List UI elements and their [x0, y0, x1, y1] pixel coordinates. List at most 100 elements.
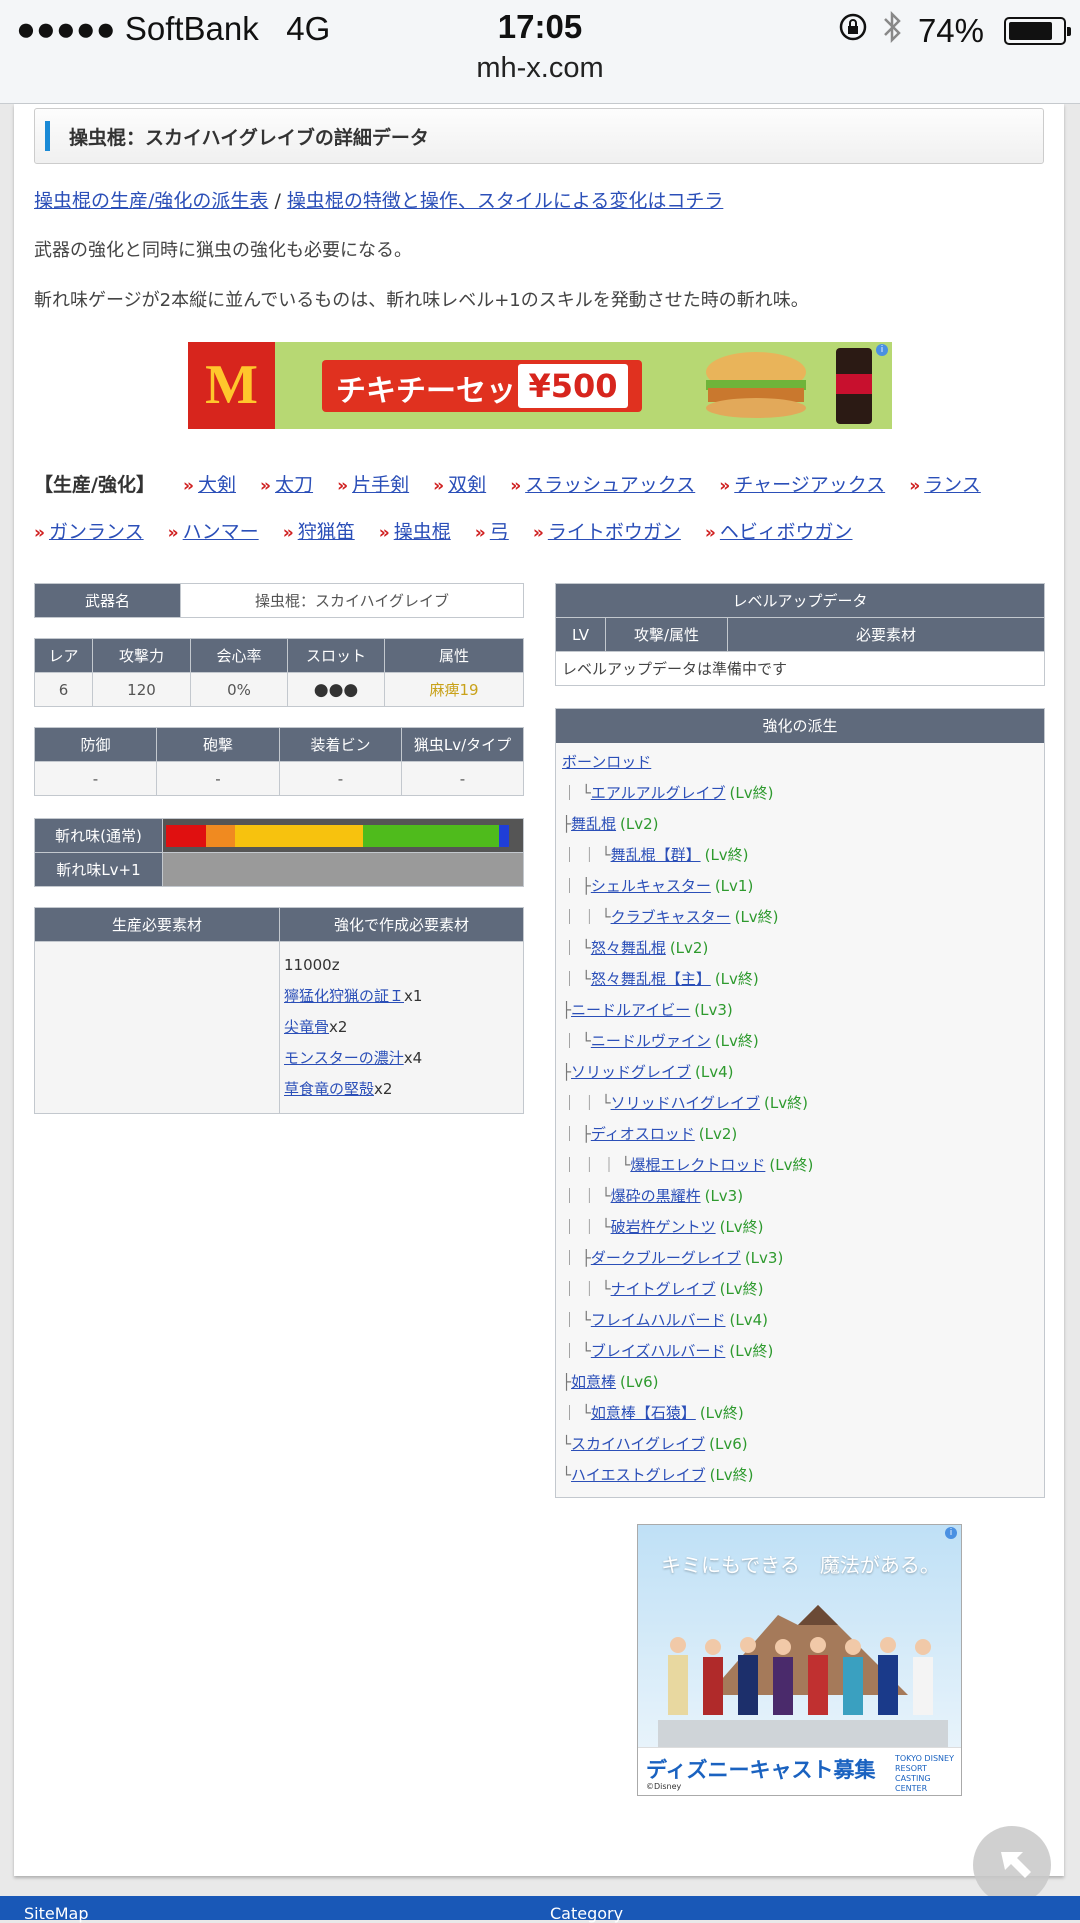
zenny-cost: 11000z [284, 956, 340, 974]
tree-row: ｜ ├シェルキャスター (Lv1) [556, 871, 1044, 902]
tree-weapon-link[interactable]: ハイエストグレイブ [571, 1466, 706, 1484]
features-link[interactable]: 操虫棍の特徴と操作、スタイルによる変化はコチラ [287, 190, 723, 212]
tree-row: ｜ └如意棒【石猿】 (Lv終) [556, 1398, 1044, 1429]
tree-weapon-link[interactable]: ニードルヴァイン [591, 1032, 711, 1050]
intro-paragraph-2: 斬れ味ゲージが2本縦に並んでいるものは、斬れ味レベル+1のスキルを発動させた時の… [34, 290, 809, 311]
category-item[interactable]: » スラッシュアックス [510, 462, 695, 509]
tree-row: ｜ └怒々舞乱棍【主】 (Lv終) [556, 964, 1044, 995]
tree-row: ｜ ｜ ｜ └爆棍エレクトロッド (Lv終) [556, 1150, 1044, 1181]
tree-level: (Lv2) [669, 939, 709, 957]
category-item[interactable]: » 狩猟笛 [283, 509, 355, 556]
tree-row: ｜ ｜ └ナイトグレイブ (Lv終) [556, 1274, 1044, 1305]
tree-level: (Lv6) [620, 1373, 659, 1391]
tree-weapon-link[interactable]: 爆棍エレクトロッド [630, 1156, 765, 1174]
category-item[interactable]: » ランス [909, 462, 981, 509]
element-value: 麻痺19 [384, 672, 524, 707]
tree-weapon-link[interactable]: 怒々舞乱棍 [591, 939, 666, 957]
stat-header: レア [34, 638, 93, 673]
tree-weapon-link[interactable]: エアルアルグレイブ [591, 784, 726, 802]
tree-weapon-link[interactable]: ボーンロッド [562, 753, 651, 771]
material-item: 草食竜の堅殻x2 [284, 1080, 393, 1098]
category-item[interactable]: » 弓 [475, 509, 509, 556]
tree-level: (Lv終) [714, 1032, 759, 1050]
attack-value: 120 [92, 672, 191, 707]
tree-weapon-link[interactable]: 舞乱棍【群】 [611, 846, 701, 864]
battery-icon [1004, 17, 1071, 45]
page-content: 操虫棍：スカイハイグレイブの詳細データ 操虫棍の生産/強化の派生表 / 操虫棍の… [14, 104, 1064, 1876]
sitemap-link[interactable]: SiteMap [24, 1904, 88, 1923]
tree-weapon-link[interactable]: ダークブルーグレイブ [591, 1249, 741, 1267]
tree-level: (Lv4) [729, 1311, 768, 1329]
chevron-right-icon: » [183, 476, 194, 496]
mcdonalds-ad-banner[interactable]: M チキチーセット ¥500 i [188, 342, 892, 429]
status-bar: ●●●●● SoftBank 4G 17:05 mh-x.com 74% [0, 0, 1080, 104]
tree-weapon-link[interactable]: スカイハイグレイブ [571, 1435, 705, 1453]
tree-level: (Lv1) [714, 877, 754, 895]
tree-weapon-link[interactable]: 爆砕の黒耀杵 [611, 1187, 701, 1205]
tree-weapon-link[interactable]: 如意棒 [571, 1373, 616, 1391]
tree-level: (Lv4) [695, 1063, 734, 1081]
tree-connector: ├ [562, 815, 572, 833]
sharpness-label: 斬れ味(通常) [34, 818, 163, 853]
tree-connector: ｜ ｜ └ [562, 1218, 611, 1236]
material-header: 生産必要素材 [34, 907, 280, 942]
chevron-right-icon: » [719, 476, 731, 496]
category-item[interactable]: » ハンマー [168, 509, 259, 556]
levelup-note: レベルアップデータは準備中です [555, 651, 1045, 686]
tree-weapon-link[interactable]: フレイムハルバード [591, 1311, 726, 1329]
tree-row: ｜ ｜ └破岩杵ゲントツ (Lv終) [556, 1212, 1044, 1243]
tree-weapon-link[interactable]: 怒々舞乱棍【主】 [591, 970, 711, 988]
sharpness-table: 斬れ味(通常) 斬れ味Lv+1 [34, 818, 524, 887]
weapon-name-label: 武器名 [34, 583, 181, 618]
tree-weapon-link[interactable]: ブレイズハルバード [591, 1342, 726, 1360]
tree-weapon-link[interactable]: ニードルアイビー [571, 1001, 690, 1019]
category-link[interactable]: Category [550, 1904, 623, 1923]
tree-weapon-link[interactable]: ナイトグレイブ [611, 1280, 716, 1298]
material-item: 獰猛化狩猟の証Ｉx1 [284, 987, 423, 1005]
ad-info-icon[interactable]: i [945, 1527, 957, 1539]
sharpness-segment [499, 824, 509, 847]
tree-weapon-link[interactable]: ソリッドグレイブ [571, 1063, 691, 1081]
tree-row: └スカイハイグレイブ (Lv6) [556, 1429, 1044, 1460]
ad-catchphrase: キミにもできる 魔法がある。 [661, 1555, 940, 1577]
url-bar[interactable]: mh-x.com [0, 52, 1080, 85]
tree-weapon-link[interactable]: シェルキャスター [591, 877, 711, 895]
scroll-to-top-button[interactable] [973, 1826, 1051, 1904]
tree-weapon-link[interactable]: ディオスロッド [591, 1125, 695, 1143]
ad-info-icon[interactable]: i [876, 344, 888, 356]
chevron-right-icon: » [909, 476, 921, 496]
material-link[interactable]: 草食竜の堅殻 [284, 1080, 374, 1098]
tree-weapon-link[interactable]: 如意棒【石猿】 [591, 1404, 696, 1422]
material-link[interactable]: モンスターの濃汁 [284, 1049, 404, 1067]
category-item[interactable]: » 操虫棍 [379, 509, 451, 556]
tree-weapon-link[interactable]: クラブキャスター [611, 908, 731, 926]
drink-image [836, 348, 872, 424]
material-link[interactable]: 獰猛化狩猟の証Ｉ [284, 987, 404, 1005]
section-header: 操虫棍：スカイハイグレイブの詳細データ [34, 108, 1044, 164]
material-link[interactable]: 尖竜骨 [284, 1018, 329, 1036]
defense-value: - [34, 761, 157, 796]
category-item[interactable]: » ガンランス [34, 509, 144, 556]
chevron-right-icon: » [167, 523, 179, 543]
category-item[interactable]: » ライトボウガン [533, 509, 681, 556]
stat-header: 属性 [384, 638, 524, 673]
tree-level: (Lv終) [729, 784, 774, 802]
category-item[interactable]: » 大剣 [183, 462, 236, 509]
category-item[interactable]: » 双剣 [433, 462, 486, 509]
category-item[interactable]: » 太刀 [260, 462, 313, 509]
tree-level: (Lv3) [694, 1001, 733, 1019]
tree-connector: ｜ ├ [562, 1125, 591, 1143]
family-tree-link[interactable]: 操虫棍の生産/強化の派生表 [34, 190, 268, 212]
category-item[interactable]: » ヘビィボウガン [705, 509, 853, 556]
disney-ad-banner[interactable]: キミにもできる 魔法がある。 ディズニーキャスト募集 ©Disney TOKYO… [637, 1524, 962, 1796]
tree-weapon-link[interactable]: ソリッドハイグレイブ [611, 1094, 760, 1112]
status-right: 74% [838, 10, 1071, 52]
tree-connector: ｜ └ [562, 1311, 591, 1329]
tree-weapon-link[interactable]: 舞乱棍 [571, 815, 616, 833]
stat-header: 会心率 [190, 638, 288, 673]
category-item[interactable]: » チャージアックス [719, 462, 885, 509]
shelling-value: - [156, 761, 280, 796]
category-item[interactable]: » 片手剣 [337, 462, 409, 509]
tree-level: (Lv終) [719, 1280, 764, 1298]
tree-weapon-link[interactable]: 破岩杵ゲントツ [611, 1218, 716, 1236]
